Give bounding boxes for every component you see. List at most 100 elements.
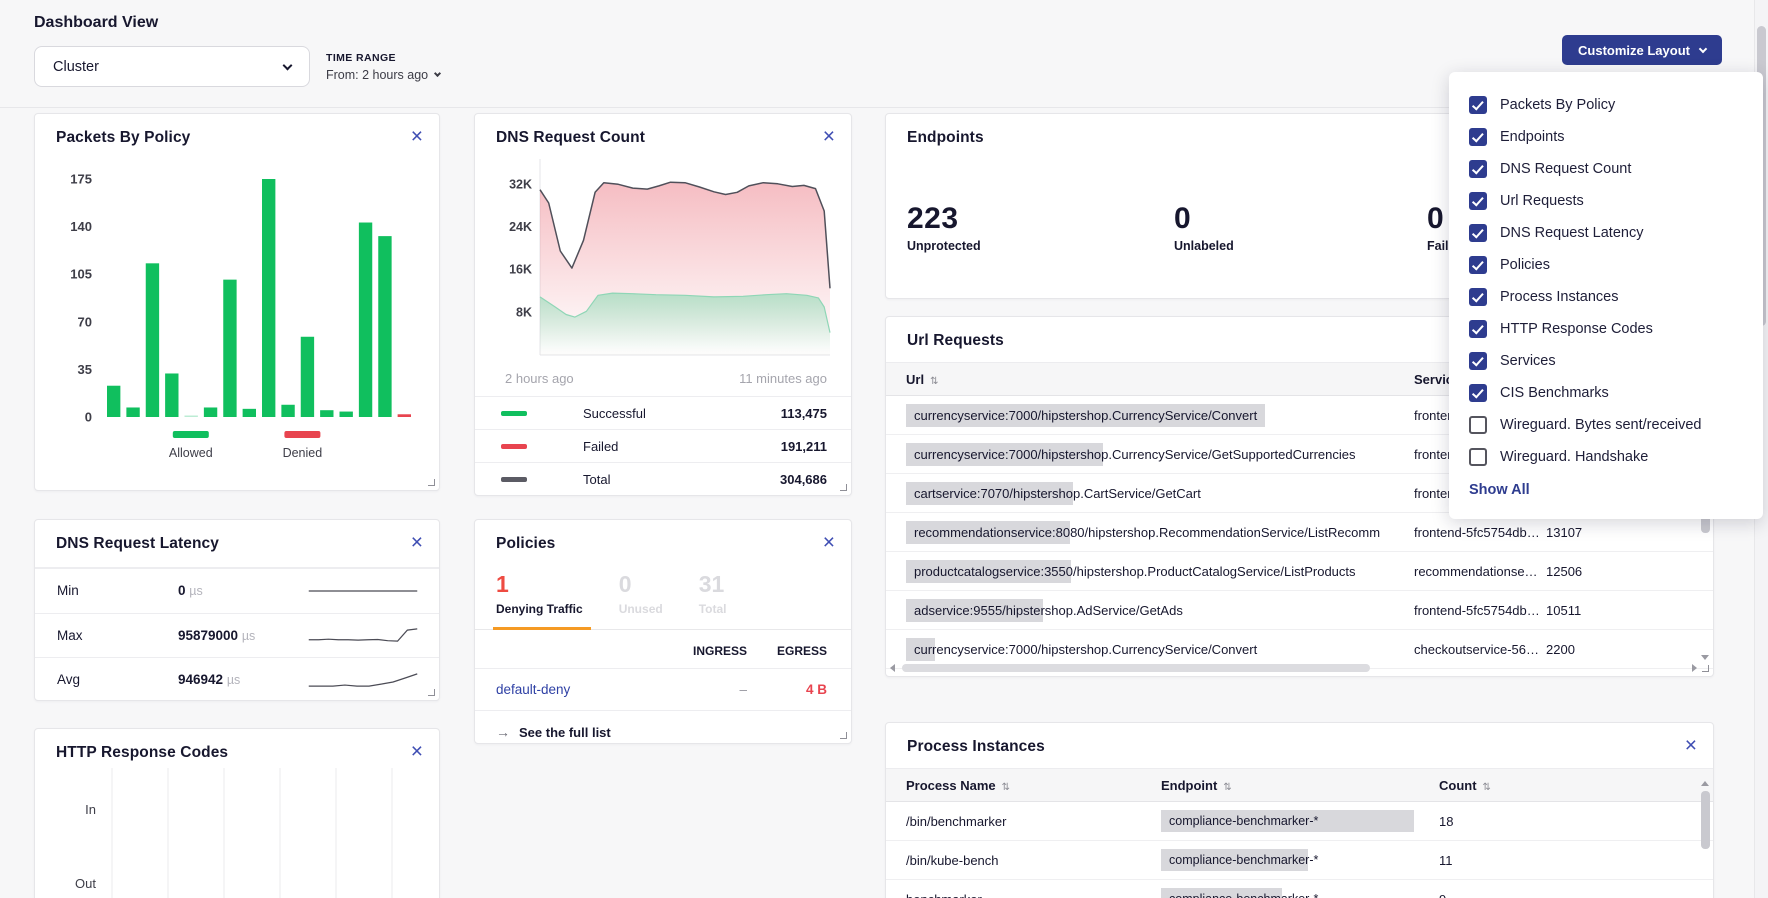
menu-item-cis-benchmarks[interactable]: CIS Benchmarks	[1469, 377, 1743, 409]
card-title: Process Instances	[907, 738, 1045, 756]
tab-denying-traffic[interactable]: 1 Denying Traffic	[496, 571, 583, 629]
checkbox-icon[interactable]	[1469, 320, 1487, 338]
customize-layout-menu: Packets By Policy Endpoints DNS Request …	[1449, 72, 1763, 519]
checkbox-icon[interactable]	[1469, 352, 1487, 370]
svg-text:16K: 16K	[509, 263, 532, 277]
close-icon[interactable]: ×	[823, 535, 835, 551]
count-cell: 18	[1439, 814, 1693, 829]
chevron-down-icon	[283, 60, 293, 70]
count-cell: 9	[1439, 892, 1693, 898]
close-icon[interactable]: ×	[411, 535, 423, 551]
resize-handle[interactable]	[428, 479, 435, 486]
legend-swatch	[501, 444, 527, 449]
process-table-row[interactable]: benchmarker compliance-benchmarker-* 9	[886, 880, 1713, 898]
legend-row-successful: Successful 113,475	[475, 396, 851, 429]
menu-item-dns-request-latency[interactable]: DNS Request Latency	[1469, 217, 1743, 249]
scrollbar-thumb[interactable]	[902, 664, 1370, 672]
close-icon[interactable]: ×	[1685, 738, 1697, 754]
scroll-right-arrow-icon[interactable]	[1692, 664, 1697, 672]
time-range: TIME RANGE From: 2 hours ago	[326, 52, 440, 82]
menu-item-http-response-codes[interactable]: HTTP Response Codes	[1469, 313, 1743, 345]
close-icon[interactable]: ×	[823, 129, 835, 145]
svg-text:Denied: Denied	[283, 446, 323, 460]
x-axis-labels: 2 hours ago 11 minutes ago	[475, 365, 851, 386]
chevron-down-icon	[1699, 44, 1707, 52]
resize-handle[interactable]	[428, 689, 435, 696]
close-icon[interactable]: ×	[411, 744, 423, 760]
time-range-from-dropdown[interactable]: From: 2 hours ago	[326, 68, 440, 82]
card-title: Url Requests	[907, 332, 1004, 350]
close-icon[interactable]: ×	[411, 129, 423, 145]
show-all-link[interactable]: Show All	[1469, 482, 1530, 498]
card-packets-by-policy: Packets By Policy × 03570105140175Allowe…	[34, 113, 440, 491]
page-title: Dashboard View	[34, 14, 158, 32]
url-table-row[interactable]: adservice:9555/hipstershop.AdService/Get…	[886, 591, 1713, 630]
service-cell: frontend-5fc5754db…	[1414, 603, 1546, 618]
menu-item-dns-request-count[interactable]: DNS Request Count	[1469, 153, 1743, 185]
view-scope-select[interactable]: Cluster	[34, 46, 310, 87]
policy-link[interactable]: default-deny	[496, 682, 655, 697]
checkbox-icon[interactable]	[1469, 384, 1487, 402]
column-header-ingress: INGRESS	[655, 644, 747, 658]
menu-item-endpoints[interactable]: Endpoints	[1469, 121, 1743, 153]
process-table-row[interactable]: /bin/kube-bench compliance-benchmarker-*…	[886, 841, 1713, 880]
svg-text:105: 105	[70, 267, 92, 282]
column-header-url[interactable]: Url⇅	[906, 372, 1414, 387]
scroll-up-arrow-icon[interactable]	[1701, 781, 1709, 786]
menu-item-wireguard-handshake[interactable]: Wireguard. Handshake	[1469, 441, 1743, 473]
count-cell: 2200	[1546, 642, 1693, 657]
url-chip: currencyservice:7000/hipstershop.Currenc…	[906, 638, 1265, 661]
process-table-row[interactable]: /bin/benchmarker compliance-benchmarker-…	[886, 802, 1713, 841]
see-full-list-link[interactable]: → See the full list	[475, 711, 851, 744]
scrollbar-thumb[interactable]	[1701, 791, 1710, 849]
card-title: HTTP Response Codes	[56, 744, 228, 762]
checkbox-icon[interactable]	[1469, 416, 1487, 434]
latency-row-min: Min 0 µs	[35, 568, 439, 613]
checkbox-icon[interactable]	[1469, 96, 1487, 114]
endpoint-chip: compliance-benchmarker-*	[1161, 849, 1414, 871]
menu-item-policies[interactable]: Policies	[1469, 249, 1743, 281]
column-header-endpoint[interactable]: Endpoint⇅	[1161, 778, 1439, 793]
stat-label: Unlabeled	[1174, 239, 1234, 253]
menu-item-url-requests[interactable]: Url Requests	[1469, 185, 1743, 217]
svg-text:Allowed: Allowed	[169, 446, 213, 460]
menu-item-services[interactable]: Services	[1469, 345, 1743, 377]
scroll-left-arrow-icon[interactable]	[890, 664, 895, 672]
legend-value: 191,211	[781, 439, 827, 454]
legend-row-failed: Failed 191,211	[475, 429, 851, 462]
policies-tabs: 1 Denying Traffic 0 Unused 31 Total	[475, 559, 851, 630]
tab-unused[interactable]: 0 Unused	[619, 571, 663, 629]
x-axis-start-label: 2 hours ago	[505, 371, 574, 386]
checkbox-icon[interactable]	[1469, 192, 1487, 210]
checkbox-icon[interactable]	[1469, 448, 1487, 466]
sort-icon: ⇅	[1483, 782, 1491, 793]
column-header-process-name[interactable]: Process Name⇅	[906, 778, 1161, 793]
stat-value: 0	[1174, 202, 1234, 236]
resize-handle[interactable]	[840, 484, 847, 491]
tab-total[interactable]: 31 Total	[699, 571, 727, 629]
menu-item-process-instances[interactable]: Process Instances	[1469, 281, 1743, 313]
checkbox-icon[interactable]	[1469, 288, 1487, 306]
vertical-scrollbar[interactable]	[1701, 781, 1710, 898]
checkbox-icon[interactable]	[1469, 128, 1487, 146]
menu-item-wireguard-bytes[interactable]: Wireguard. Bytes sent/received	[1469, 409, 1743, 441]
scroll-down-arrow-icon[interactable]	[1701, 655, 1709, 660]
column-header-count[interactable]: Count⇅	[1439, 778, 1693, 793]
count-cell: 12506	[1546, 564, 1693, 579]
checkbox-icon[interactable]	[1469, 256, 1487, 274]
policies-table-header: INGRESS EGRESS	[475, 630, 851, 669]
max-latency-sparkline	[307, 623, 419, 647]
tab-value: 0	[619, 571, 663, 598]
url-table-row[interactable]: productcatalogservice:3550/hipstershop.P…	[886, 552, 1713, 591]
tab-label: Denying Traffic	[496, 602, 583, 616]
resize-handle[interactable]	[1702, 665, 1709, 672]
menu-item-packets-by-policy[interactable]: Packets By Policy	[1469, 89, 1743, 121]
checkbox-icon[interactable]	[1469, 160, 1487, 178]
horizontal-scrollbar[interactable]	[890, 663, 1697, 673]
checkbox-icon[interactable]	[1469, 224, 1487, 242]
resize-handle[interactable]	[840, 732, 847, 739]
sort-icon: ⇅	[930, 376, 938, 387]
x-axis-end-label: 11 minutes ago	[739, 371, 827, 386]
customize-layout-button[interactable]: Customize Layout	[1562, 35, 1722, 65]
process-name-cell: /bin/benchmarker	[906, 814, 1161, 829]
